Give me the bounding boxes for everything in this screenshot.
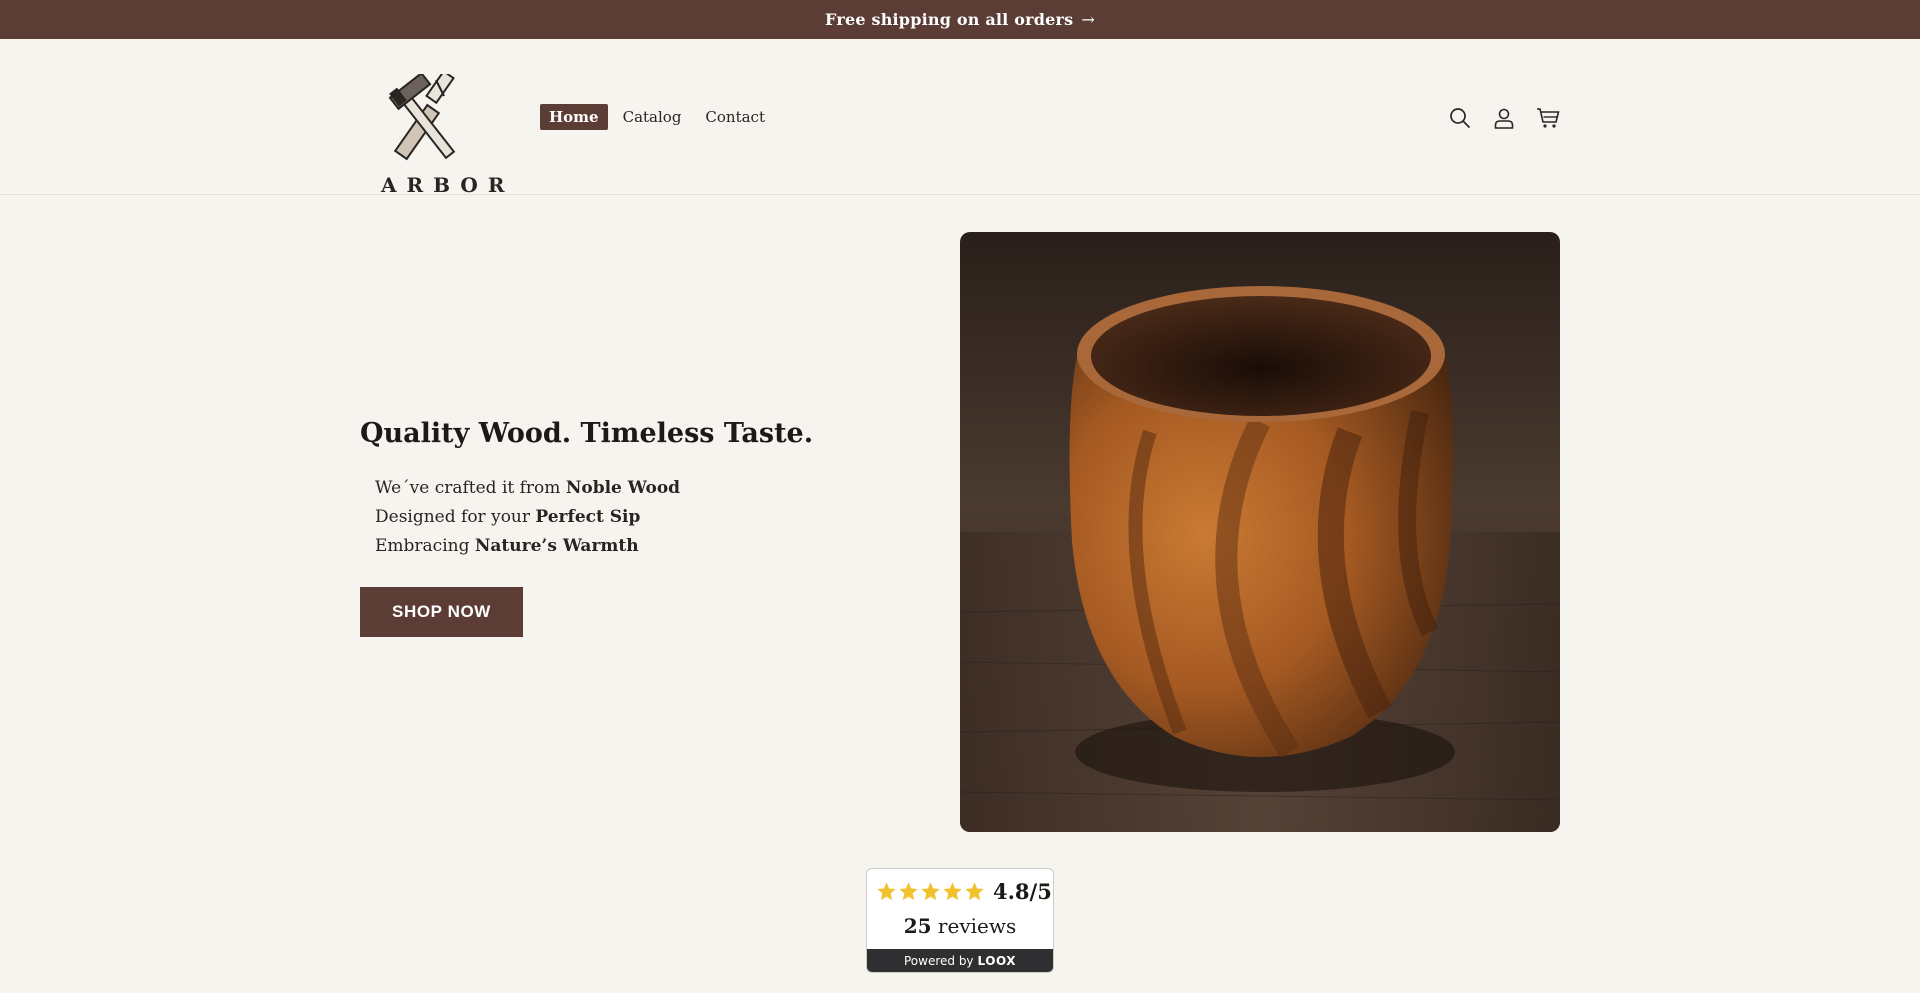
- tagline-line: We´ve crafted it from Noble Wood: [375, 474, 680, 503]
- hammer-chisel-logo-icon: [388, 74, 456, 161]
- hero-tagline-list: We´ve crafted it from Noble Wood Designe…: [375, 474, 680, 561]
- nav-contact[interactable]: Contact: [696, 104, 774, 130]
- powered-by-footer: Powered by LOOX: [867, 949, 1053, 972]
- announcement-bar[interactable]: Free shipping on all orders →: [0, 0, 1920, 39]
- star-icon: [899, 882, 918, 901]
- site-header: ARBOR Home Catalog Contact: [0, 39, 1920, 197]
- review-count-label: reviews: [931, 914, 1017, 938]
- wooden-cup-image: [960, 232, 1560, 832]
- hero-title: Quality Wood. Timeless Taste.: [360, 418, 814, 449]
- tagline-highlight: Nature’s Warmth: [474, 536, 639, 556]
- cart-icon[interactable]: [1535, 105, 1561, 131]
- search-icon[interactable]: [1447, 105, 1473, 131]
- star-icon: [965, 882, 984, 901]
- loox-logo: LOOX: [977, 953, 1016, 968]
- tagline-line: Embracing Nature’s Warmth: [375, 532, 680, 561]
- star-icon: [943, 882, 962, 901]
- shop-now-button[interactable]: SHOP NOW: [360, 587, 523, 637]
- review-badge[interactable]: 4.8/5 25 reviews Powered by LOOX: [866, 868, 1054, 973]
- rating-row: 4.8/5: [876, 879, 1052, 904]
- arrow-right-icon: →: [1081, 10, 1095, 29]
- review-count: 25 reviews: [867, 914, 1053, 938]
- hero-product-image[interactable]: [960, 232, 1560, 832]
- powered-by-text: Powered by: [903, 953, 974, 968]
- tagline-prefix: Embracing: [375, 536, 475, 556]
- tagline-line: Designed for your Perfect Sip: [375, 503, 680, 532]
- header-actions: [1447, 105, 1561, 131]
- star-icon: [921, 882, 940, 901]
- tagline-highlight: Perfect Sip: [535, 507, 641, 527]
- tagline-prefix: We´ve crafted it from: [375, 478, 566, 498]
- nav-catalog[interactable]: Catalog: [614, 104, 691, 130]
- main-nav: Home Catalog Contact: [540, 104, 780, 130]
- rating-score: 4.8/5: [993, 879, 1052, 904]
- store-logo[interactable]: ARBOR: [372, 74, 515, 199]
- account-icon[interactable]: [1491, 105, 1517, 131]
- review-count-number: 25: [903, 914, 932, 938]
- tagline-prefix: Designed for your: [375, 507, 536, 527]
- star-icon: [877, 882, 896, 901]
- announcement-text[interactable]: Free shipping on all orders: [825, 10, 1073, 29]
- tagline-highlight: Noble Wood: [565, 478, 681, 498]
- nav-home[interactable]: Home: [540, 104, 608, 130]
- logo-wordmark: ARBOR: [381, 173, 515, 197]
